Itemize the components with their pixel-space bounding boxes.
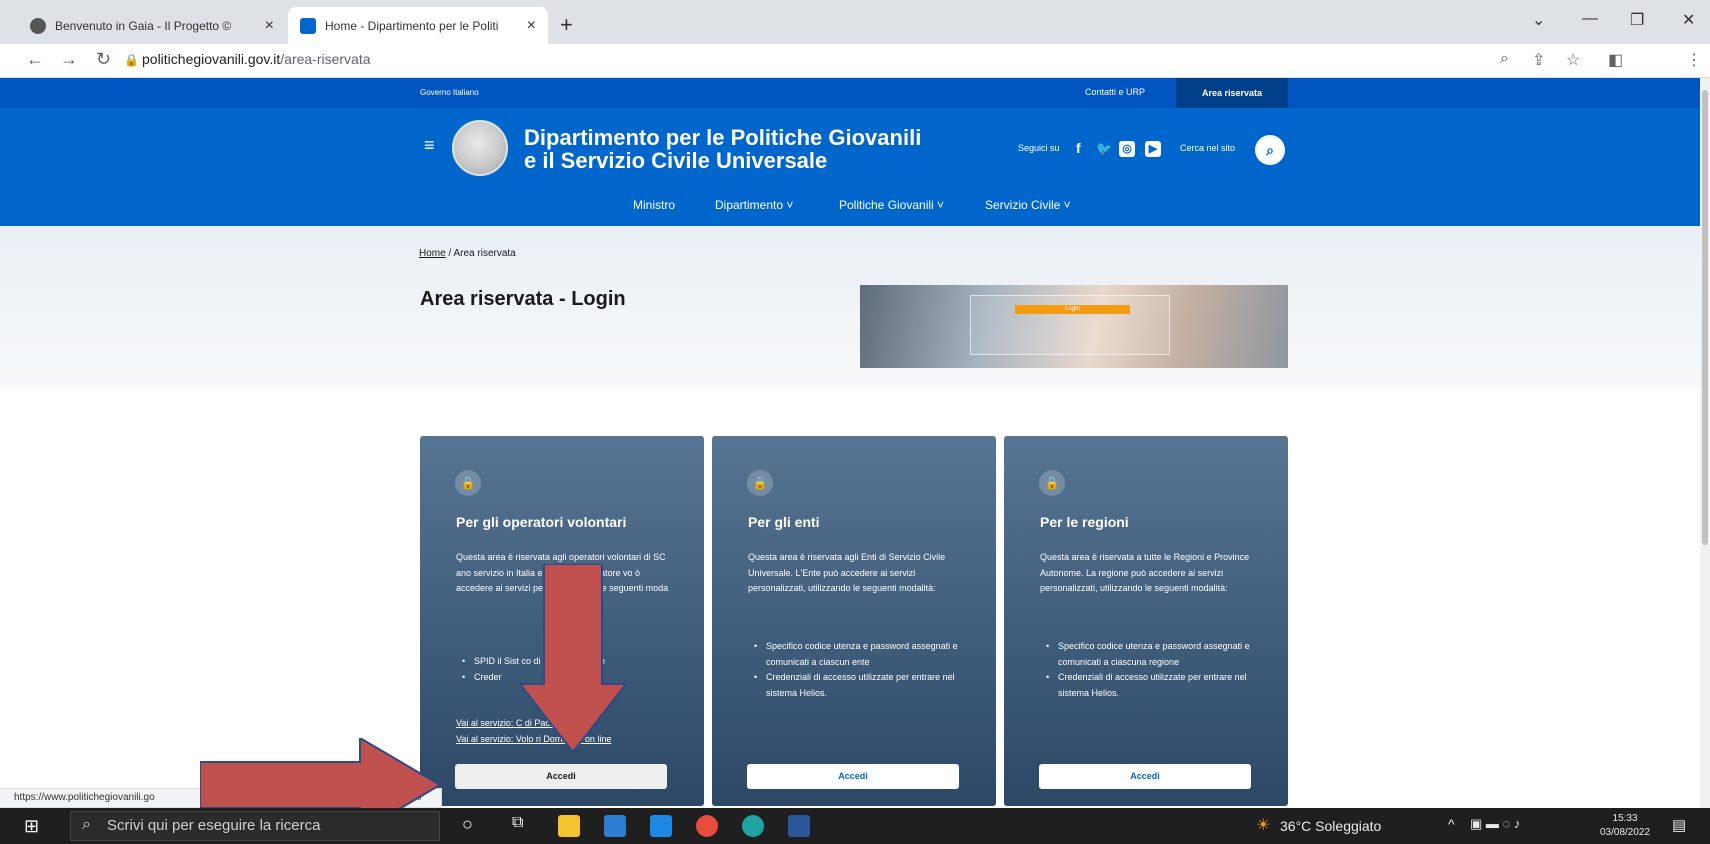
url-field[interactable]: politichegiovanili.gov.it/area-riservata: [142, 51, 371, 67]
gov-label: Governo Italiano: [420, 88, 479, 97]
browser-tab-gaia[interactable]: Benvenuto in Gaia - Il Progetto © ×: [18, 7, 286, 44]
instagram-icon[interactable]: ◎: [1119, 141, 1135, 157]
reserved-area-button[interactable]: Area riservata: [1176, 78, 1288, 108]
site-favicon-icon: [300, 17, 316, 34]
list-item: Specifico codice utenza e password asseg…: [1040, 639, 1260, 670]
chevron-up-icon[interactable]: ^: [1448, 816, 1455, 832]
card-entities: 🔒 Per gli enti Questa area è riservata a…: [712, 436, 996, 806]
list-item: Specifico codice utenza e password asseg…: [748, 639, 968, 670]
card-title: Per le regioni: [1040, 514, 1129, 530]
scrollbar-thumb[interactable]: [1702, 90, 1708, 545]
accedi-regions-button[interactable]: Accedi: [1039, 764, 1251, 789]
browser-tab-strip: Benvenuto in Gaia - Il Progetto © × Home…: [0, 0, 1710, 44]
cortana-icon[interactable]: ○: [462, 814, 473, 835]
list-item: Credenziali di accesso utilizzate per en…: [1040, 670, 1260, 701]
hero-image: Login: [860, 285, 1288, 368]
breadcrumb-separator: /: [448, 248, 452, 259]
windows-start-icon[interactable]: ⊞: [24, 816, 39, 837]
menu-kebab-icon[interactable]: ⋮: [1686, 50, 1702, 70]
lock-icon: 🔒: [1039, 470, 1065, 496]
reload-icon[interactable]: ↻: [96, 49, 111, 70]
taskbar-search-input[interactable]: Scrivi qui per eseguire la ricerca: [70, 811, 440, 841]
nav-servizio-civile[interactable]: Servizio Civile ˅: [985, 198, 1071, 212]
nav-dipartimento[interactable]: Dipartimento ˅: [715, 198, 793, 212]
tab-title: Benvenuto in Gaia - Il Progetto ©: [55, 18, 232, 33]
government-bar: Governo Italiano Contatti e URP Area ris…: [0, 78, 1700, 108]
status-url: https://www.politichegiovanili.go: [14, 792, 155, 803]
lock-icon: 🔒: [747, 470, 773, 496]
weather-text[interactable]: 36°C Soleggiato: [1280, 818, 1381, 834]
globe-icon: [30, 17, 46, 34]
youtube-icon[interactable]: ▶: [1145, 141, 1161, 157]
site-title-line1: Dipartimento per le Politiche Giovanili: [524, 125, 922, 150]
clock-date: 03/08/2022: [1600, 827, 1651, 838]
hero-section: [0, 226, 1700, 388]
tray-icons[interactable]: ▣ ▬ ◌ ♪: [1470, 816, 1520, 832]
store-icon[interactable]: [604, 815, 626, 837]
close-tab-icon[interactable]: ×: [265, 17, 274, 35]
forward-icon[interactable]: →: [60, 49, 78, 70]
card-bullet-list: Specifico codice utenza e password asseg…: [1040, 639, 1260, 701]
site-title-line2: e il Servizio Civile Universale: [524, 148, 828, 174]
hamburger-menu-icon[interactable]: ≡: [424, 135, 435, 156]
mail-icon[interactable]: [650, 815, 672, 837]
word-icon[interactable]: [788, 815, 810, 837]
lock-icon[interactable]: 🔒: [124, 53, 139, 67]
tab-search-icon[interactable]: ⌄: [1532, 10, 1545, 30]
card-title: Per gli enti: [748, 514, 820, 530]
breadcrumb: Home / Area riservata: [419, 248, 516, 259]
task-view-icon[interactable]: ⧉: [512, 814, 523, 832]
notifications-icon[interactable]: ▤: [1672, 816, 1686, 834]
site-title[interactable]: Dipartimento per le Politiche Giovanili …: [524, 126, 921, 172]
url-path: /area-riservata: [280, 51, 371, 67]
browser-tab-dipartimento[interactable]: Home - Dipartimento per le Politi ×: [288, 7, 548, 44]
tab-title: Home - Dipartimento per le Politi: [325, 18, 499, 33]
new-tab-button[interactable]: +: [560, 12, 573, 38]
nav-ministro[interactable]: Ministro: [633, 198, 675, 212]
login-panel-graphic: [970, 295, 1170, 355]
address-bar: ← → ↻ 🔒 politichegiovanili.gov.it/area-r…: [0, 44, 1710, 115]
url-host: politichegiovanili.gov.it: [142, 51, 281, 67]
bookmark-star-icon[interactable]: ☆: [1566, 50, 1580, 70]
accedi-volunteers-button[interactable]: Accedi: [455, 764, 667, 789]
close-window-icon[interactable]: ✕: [1682, 10, 1695, 30]
file-explorer-icon[interactable]: [558, 815, 580, 837]
weather-sun-icon[interactable]: ☀: [1256, 815, 1270, 835]
card-regions: 🔒 Per le regioni Questa area è riservata…: [1004, 436, 1288, 806]
italian-emblem-icon[interactable]: [452, 120, 508, 176]
back-icon[interactable]: ←: [26, 49, 44, 70]
nav-politiche-giovanili[interactable]: Politiche Giovanili ˅: [839, 198, 944, 212]
accedi-entities-button[interactable]: Accedi: [747, 764, 959, 789]
search-icon[interactable]: ⌕: [1255, 135, 1285, 165]
close-tab-icon[interactable]: ×: [527, 17, 536, 35]
maximize-icon[interactable]: ❐: [1630, 10, 1644, 30]
side-panel-icon[interactable]: ◧: [1608, 50, 1623, 70]
contacts-link[interactable]: Contatti e URP: [1085, 87, 1145, 97]
search-icon: ⌕: [82, 816, 91, 833]
card-bullet-list: Specifico codice utenza e password asseg…: [748, 639, 968, 701]
card-description: Questa area è riservata a tutte le Regio…: [1040, 552, 1250, 593]
clock-time: 15:33: [1612, 813, 1638, 824]
list-item: Credenziali di accesso utilizzate per en…: [748, 670, 968, 701]
twitter-icon[interactable]: 🐦: [1096, 141, 1112, 157]
edge-icon[interactable]: [742, 815, 764, 837]
page-title: Area riservata - Login: [420, 288, 626, 310]
login-bar-graphic: Login: [1015, 305, 1130, 314]
card-title: Per gli operatori volontari: [456, 514, 627, 530]
minimize-icon[interactable]: —: [1582, 10, 1598, 28]
follow-label: Seguici su: [1018, 143, 1060, 153]
red-arrow-down-icon: [518, 564, 628, 754]
chrome-icon[interactable]: [696, 815, 718, 837]
share-icon[interactable]: ⇪: [1532, 50, 1545, 70]
search-label: Cerca nel sito: [1180, 143, 1236, 153]
facebook-icon[interactable]: f: [1076, 140, 1081, 156]
lock-icon: 🔒: [455, 470, 481, 496]
taskbar-clock[interactable]: 15:33 03/08/2022: [1600, 812, 1650, 840]
breadcrumb-current: Area riservata: [453, 248, 516, 259]
zoom-icon[interactable]: ⌕: [1500, 50, 1509, 68]
card-description: Questa area è riservata agli Enti di Ser…: [748, 552, 946, 593]
breadcrumb-home[interactable]: Home: [419, 248, 446, 259]
